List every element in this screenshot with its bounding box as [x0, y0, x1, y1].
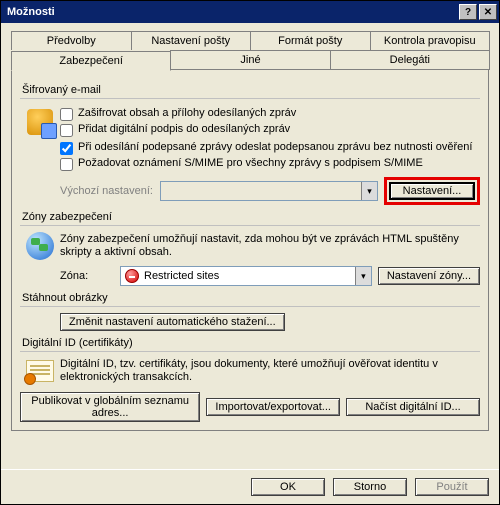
chk-add-signature-label: Přidat digitální podpis do odesílaných z…: [78, 123, 290, 136]
highlight-box: Nastavení...: [384, 177, 480, 205]
publish-gal-button[interactable]: Publikovat v globálním seznamu adres...: [20, 392, 200, 422]
tab-zabezpeceni[interactable]: Zabezpečení: [11, 51, 171, 71]
group-digital-legend: Digitální ID (certifikáty): [20, 337, 480, 349]
zones-description: Zóny zabezpečení umožňují nastavit, zda …: [60, 233, 480, 259]
chevron-down-icon: [355, 267, 371, 285]
dialog-footer: OK Storno Použít: [1, 469, 499, 504]
chk-request-smime[interactable]: [60, 158, 73, 171]
tab-jine[interactable]: Jiné: [170, 50, 330, 70]
chk-send-clear[interactable]: [60, 142, 73, 155]
shield-lock-icon: [27, 109, 53, 135]
tab-nastaveni-posty[interactable]: Nastavení pošty: [131, 31, 252, 50]
load-digital-id-button[interactable]: Načíst digitální ID...: [346, 398, 480, 416]
default-settings-label: Výchozí nastavení:: [60, 185, 160, 197]
zone-combo[interactable]: Restricted sites: [120, 266, 372, 286]
group-download-legend: Stáhnout obrázky: [20, 292, 480, 304]
tab-predvolby[interactable]: Předvolby: [11, 31, 132, 50]
chevron-down-icon: [361, 182, 377, 200]
tab-panel: Šifrovaný e-mail Zašifrovat obsah a příl…: [11, 69, 489, 431]
close-button[interactable]: ✕: [479, 4, 497, 20]
titlebar: Možnosti ? ✕: [1, 1, 499, 23]
chk-encrypt-content-label: Zašifrovat obsah a přílohy odesílaných z…: [78, 107, 296, 120]
chk-send-clear-label: Při odesílání podepsané zprávy odeslat p…: [78, 141, 472, 154]
help-button[interactable]: ?: [459, 4, 477, 20]
auto-download-settings-button[interactable]: Změnit nastavení automatického stažení..…: [60, 313, 285, 331]
cancel-button[interactable]: Storno: [333, 478, 407, 496]
restricted-icon: [125, 269, 139, 283]
zone-value: Restricted sites: [144, 270, 219, 282]
zone-label: Zóna:: [60, 270, 120, 282]
import-export-button[interactable]: Importovat/exportovat...: [206, 398, 340, 416]
globe-icon: [26, 232, 54, 260]
zone-settings-button[interactable]: Nastavení zóny...: [378, 267, 480, 285]
tabs: Předvolby Nastavení pošty Formát pošty K…: [11, 31, 489, 431]
apply-button[interactable]: Použít: [415, 478, 489, 496]
chk-request-smime-label: Požadovat oznámení S/MIME pro všechny zp…: [78, 157, 423, 170]
digital-description: Digitální ID, tzv. certifikáty, jsou dok…: [60, 358, 480, 384]
group-encrypted-legend: Šifrovaný e-mail: [20, 84, 480, 96]
tab-kontrola-pravopisu[interactable]: Kontrola pravopisu: [370, 31, 491, 50]
window-title: Možnosti: [7, 6, 457, 18]
tab-format-posty[interactable]: Formát pošty: [250, 31, 371, 50]
settings-button[interactable]: Nastavení...: [389, 182, 475, 200]
default-settings-combo[interactable]: [160, 181, 378, 201]
group-zones-legend: Zóny zabezpečení: [20, 211, 480, 223]
chk-add-signature[interactable]: [60, 124, 73, 137]
certificate-icon: [26, 360, 54, 382]
chk-encrypt-content[interactable]: [60, 108, 73, 121]
tab-delegati[interactable]: Delegáti: [330, 50, 490, 70]
ok-button[interactable]: OK: [251, 478, 325, 496]
